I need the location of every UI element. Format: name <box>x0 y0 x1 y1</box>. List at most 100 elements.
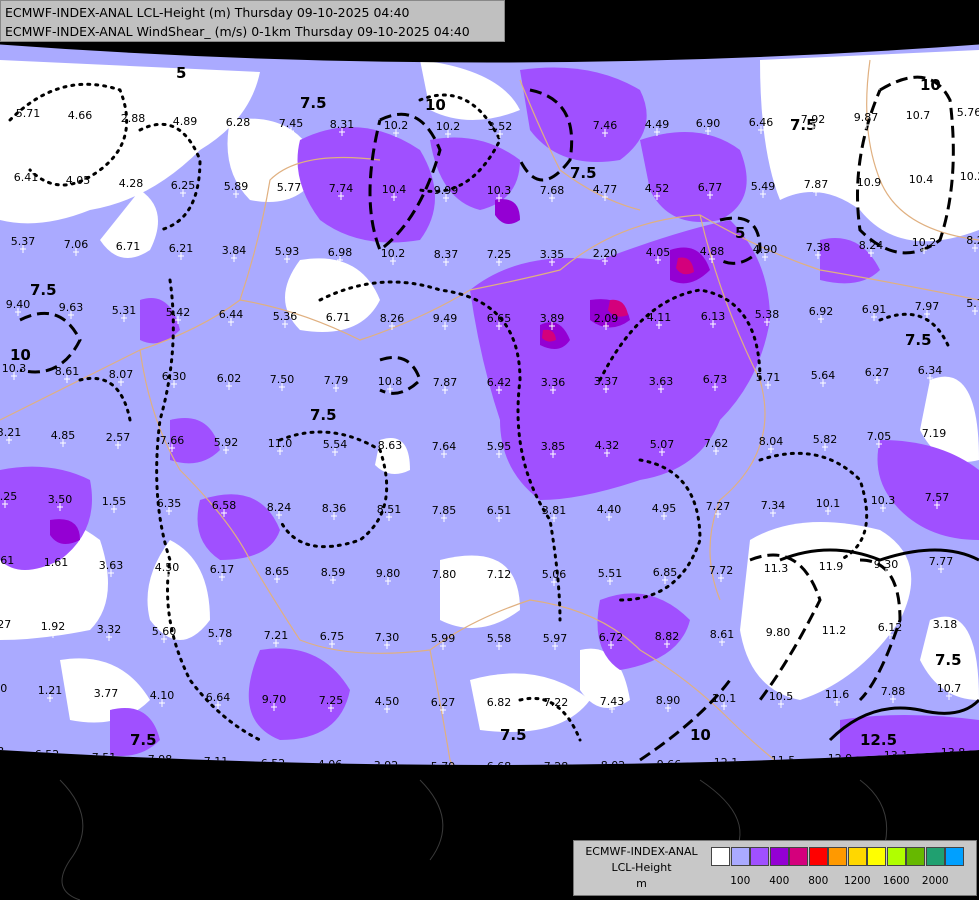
grid-value-label: 7.57 <box>925 491 950 504</box>
grid-value-label: 6.27 <box>431 696 456 709</box>
grid-value-label: 7.64 <box>432 440 457 453</box>
grid-value-label: 1.61 <box>44 556 69 569</box>
grid-value-label: 4.05 <box>66 174 91 187</box>
legend-swatch <box>847 847 867 866</box>
grid-value-label: 4.52 <box>645 182 670 195</box>
grid-value-label: 8.82 <box>655 630 680 643</box>
grid-value-label: 11.2 <box>822 624 847 637</box>
grid-value-label: 10.2 <box>381 247 406 260</box>
grid-value-label: 6.73 <box>703 373 728 386</box>
grid-value-label: 9.49 <box>433 312 458 325</box>
grid-value-label: 5.60 <box>152 625 177 638</box>
grid-value-label: 7.68 <box>540 184 565 197</box>
grid-value-label: 7.45 <box>279 117 304 130</box>
grid-value-label: 8.65 <box>265 565 290 578</box>
grid-value-label: 3.89 <box>540 312 565 325</box>
grid-value-label: 6.21 <box>169 242 194 255</box>
grid-value-label: 5.42 <box>166 306 191 319</box>
grid-value-label: 5.07 <box>650 438 675 451</box>
grid-value-label: 10.5 <box>769 690 794 703</box>
grid-value-label: 5.38 <box>755 308 780 321</box>
grid-value-label: 8.31 <box>330 118 355 131</box>
grid-value-label: 5.77 <box>277 181 302 194</box>
grid-value-label: 6.02 <box>217 372 242 385</box>
grid-value-label: 1.61 <box>0 554 14 567</box>
legend-swatch <box>925 847 945 866</box>
grid-value-label: 7.43 <box>600 695 625 708</box>
grid-value-label: 7.06 <box>64 238 89 251</box>
legend-swatch <box>886 847 906 866</box>
grid-value-label: 4.89 <box>173 115 198 128</box>
grid-value-label: 4.40 <box>597 503 622 516</box>
grid-value-label: 8.24 <box>859 239 884 252</box>
grid-value-label: 7.50 <box>270 373 295 386</box>
contour-label: 5 <box>735 224 745 242</box>
grid-value-label: 4.05 <box>646 246 671 259</box>
grid-value-label: 7.79 <box>324 374 349 387</box>
map-title-panel: ECMWF-INDEX-ANAL LCL-Height (m) Thursday… <box>0 0 505 42</box>
grid-value-label: 6.17 <box>210 563 235 576</box>
grid-value-label: 6.71 <box>116 240 141 253</box>
grid-value-label: 5.97 <box>543 632 568 645</box>
legend-swatch <box>906 847 925 866</box>
grid-value-label: 8.07 <box>109 368 134 381</box>
grid-value-label: 10.4 <box>909 173 934 186</box>
legend-tick-label: 1600 <box>882 875 910 887</box>
grid-value-label: 4.49 <box>645 118 670 131</box>
grid-value-label: 6.58 <box>212 499 237 512</box>
grid-value-label: 7.25 <box>319 694 344 707</box>
map-canvas: 5 7.5 10 7.5 10 7.5 7.5 5 7.5 10 7.5 7.5… <box>0 0 979 900</box>
grid-value-label: 10.7 <box>906 109 931 122</box>
grid-value-label: 3.35 <box>540 248 565 261</box>
grid-value-label: 6.77 <box>698 181 723 194</box>
grid-value-label: 6.90 <box>696 117 721 130</box>
grid-value-label: 5.64 <box>811 369 836 382</box>
legend-swatch <box>789 847 808 866</box>
grid-value-label: 5.36 <box>273 310 298 323</box>
legend-tick-label: 400 <box>769 875 790 887</box>
grid-value-label: 7.19 <box>922 427 947 440</box>
grid-value-label: 8.51 <box>377 503 402 516</box>
grid-value-label: 7.34 <box>761 499 786 512</box>
grid-value-label: 3.63 <box>649 375 674 388</box>
grid-value-label: 5.78 <box>208 627 233 640</box>
grid-value-label: 2.57 <box>106 431 131 444</box>
grid-value-label: 3.81 <box>542 504 567 517</box>
grid-value-label: 6.25 <box>171 179 196 192</box>
grid-value-label: 6.27 <box>865 366 890 379</box>
grid-value-label: 10.1 <box>712 692 737 705</box>
grid-value-label: 7.66 <box>160 434 185 447</box>
grid-value-label: 7.62 <box>704 437 729 450</box>
legend-unit: m <box>636 877 647 890</box>
grid-value-label: 1.21 <box>38 684 63 697</box>
grid-value-label: 4.50 <box>155 561 180 574</box>
grid-value-label: 10.3 <box>871 494 896 507</box>
grid-value-label: 3.50 <box>48 493 73 506</box>
legend-variable: LCL-Height <box>611 861 672 874</box>
grid-value-label: 7.22 <box>544 696 569 709</box>
grid-value-label: 5.95 <box>487 440 512 453</box>
grid-value-label: 9.40 <box>6 298 31 311</box>
grid-value-label: 7.72 <box>709 564 734 577</box>
grid-value-label: 7.46 <box>593 119 618 132</box>
grid-value-label: 9.87 <box>854 111 879 124</box>
grid-value-label: 5.71 <box>756 371 781 384</box>
grid-value-label: 2.20 <box>593 247 618 260</box>
grid-value-label: 7.30 <box>375 631 400 644</box>
grid-value-label: 4.10 <box>150 689 175 702</box>
grid-value-label: 5.82 <box>813 433 838 446</box>
contour-label: 7.5 <box>300 94 327 112</box>
grid-value-label: 11.9 <box>819 560 844 573</box>
grid-value-label: 6.91 <box>862 303 887 316</box>
grid-value-label: 5.51 <box>598 567 623 580</box>
grid-value-label: 9.70 <box>262 693 287 706</box>
grid-value-label: 10.1 <box>816 497 841 510</box>
grid-value-label: 3.63 <box>99 559 124 572</box>
grid-value-label: 5.71 <box>16 107 41 120</box>
grid-value-label: 4.95 <box>652 502 677 515</box>
grid-value-label: 6.44 <box>219 308 244 321</box>
grid-value-label: 4.28 <box>119 177 144 190</box>
grid-value-label: 7.87 <box>804 178 829 191</box>
grid-value-label: 5.31 <box>112 304 137 317</box>
legend-swatch <box>867 847 886 866</box>
